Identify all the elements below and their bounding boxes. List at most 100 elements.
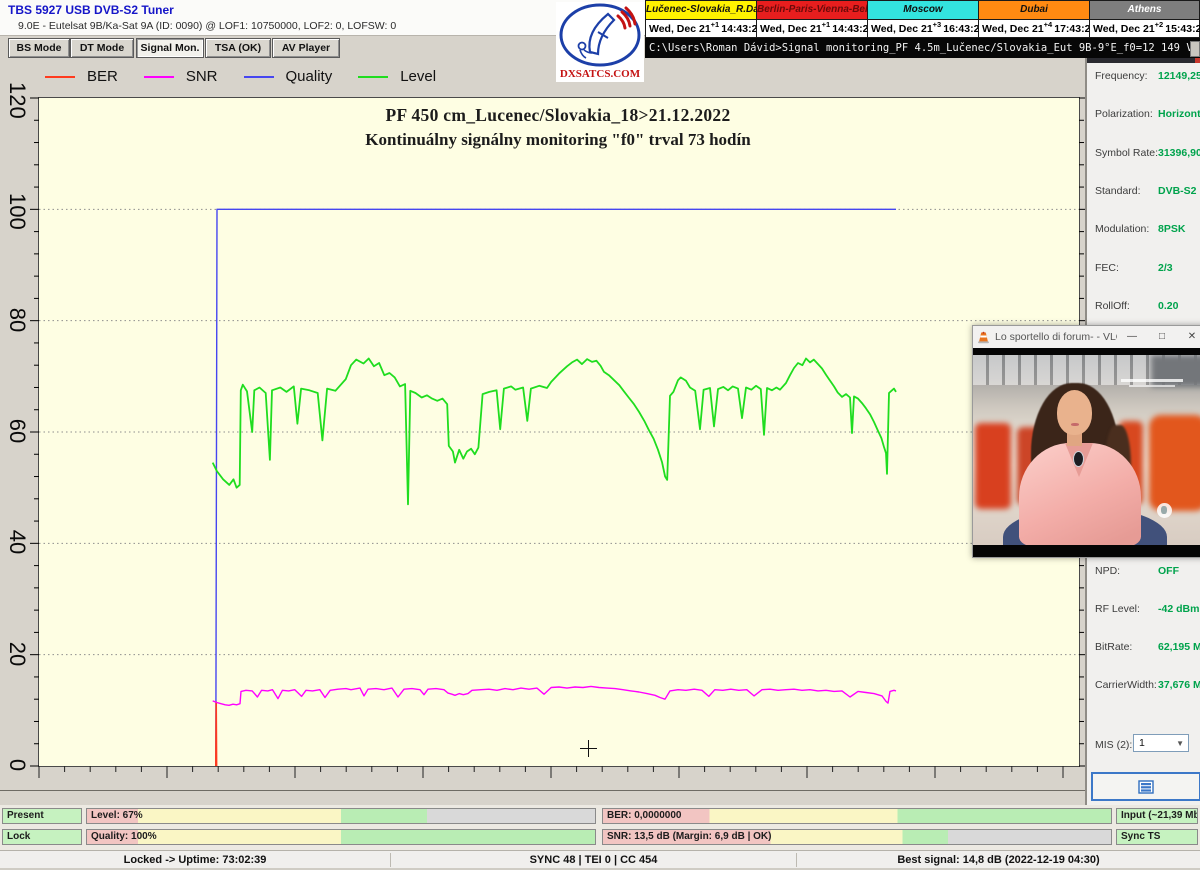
clock-city-label: Dubai bbox=[978, 0, 1089, 20]
mis-selected-value: 1 bbox=[1139, 737, 1145, 749]
gauge-unfilled bbox=[948, 830, 1111, 844]
vlc-video-area[interactable] bbox=[973, 348, 1200, 557]
status-bar: Locked -> Uptime: 73:02:39 SYNC 48 | TEI… bbox=[0, 850, 1200, 869]
param-value: 2/3 bbox=[1158, 262, 1173, 274]
satellite-subtitle: 9.0E - Eutelsat 9B/Ka-Sat 9A (ID: 0090) … bbox=[18, 20, 396, 32]
vlc-minimize-button[interactable]: — bbox=[1117, 326, 1147, 348]
legend-line-swatch bbox=[244, 76, 274, 78]
y-tick-label: 60 bbox=[4, 416, 30, 446]
clock-time-value: 15:43:26 bbox=[1165, 23, 1200, 35]
gauge-quality: Quality: 100% bbox=[86, 829, 596, 845]
clock-city-label: Athens bbox=[1089, 0, 1200, 20]
presenter-face bbox=[1057, 390, 1092, 435]
vlc-cone-icon bbox=[977, 331, 990, 344]
gauge-level: Level: 67% bbox=[86, 808, 596, 824]
param-value: OFF bbox=[1158, 565, 1179, 577]
clock-date: Wed, Dec 21 bbox=[760, 23, 822, 35]
param-value: 37,676 MHz bbox=[1158, 679, 1200, 691]
y-tick-label: 0 bbox=[4, 750, 30, 780]
legend-item-level: Level bbox=[358, 68, 436, 85]
clock-utc-offset: +3 bbox=[933, 20, 942, 29]
clock-dubai: DubaiWed, Dec 21+417:43:26 bbox=[978, 0, 1089, 38]
gauge-label: Quality: 100% bbox=[91, 830, 157, 844]
overlay-caption-line bbox=[1121, 379, 1183, 382]
status-best-signal: Best signal: 14,8 dB (2022-12-19 04:30) bbox=[797, 851, 1200, 869]
clock-time: Wed, Dec 21+417:43:26 bbox=[978, 20, 1089, 38]
vlc-close-button[interactable]: ✕ bbox=[1177, 326, 1200, 348]
y-tick-label: 120 bbox=[4, 82, 30, 112]
stream-list-button[interactable] bbox=[1091, 772, 1200, 801]
clock-time: Wed, Dec 21+114:43:26 bbox=[756, 20, 867, 38]
gauge-snr: SNR: 13,5 dB (Margin: 6,9 dB | OK) bbox=[602, 829, 1112, 845]
vlc-maximize-button[interactable]: □ bbox=[1147, 326, 1177, 348]
clock-date: Wed, Dec 21 bbox=[982, 23, 1044, 35]
param-label: CarrierWidth: bbox=[1095, 679, 1157, 691]
param-value: 31396,904 KS/s bbox=[1158, 147, 1200, 159]
signal-chart-panel: BER SNR Quality Level PF 450 cm_Lucenec/Slo… bbox=[0, 58, 1085, 805]
vlc-window-title: Lo sportello di forum- - VLC media playe… bbox=[995, 331, 1117, 343]
chart-canvas bbox=[39, 98, 1079, 766]
clock-city-label: Lučenec-Slovakia_R.Dávid bbox=[645, 0, 756, 20]
clock-city-label: Moscow bbox=[867, 0, 978, 20]
param-label: Symbol Rate: bbox=[1095, 147, 1158, 159]
clock-utc-offset: +1 bbox=[711, 20, 720, 29]
tab-dt-mode[interactable]: DT Mode bbox=[70, 38, 134, 58]
vlc-titlebar[interactable]: Lo sportello di forum- - VLC media playe… bbox=[973, 326, 1200, 348]
chart-subtitle: Kontinuálny signálny monitoring "f0" trv… bbox=[38, 130, 1078, 150]
clock-berlin-paris-vienna-belgrade: Berlin-Paris-Vienna-BelgradeWed, Dec 21+… bbox=[756, 0, 867, 38]
sidebar-top-red-marker bbox=[1195, 58, 1200, 63]
clock-date: Wed, Dec 21 bbox=[871, 23, 933, 35]
indicator-lock: Lock bbox=[2, 829, 82, 845]
sidebar-top-strip bbox=[1087, 58, 1200, 63]
clock-date: Wed, Dec 21 bbox=[1093, 23, 1155, 35]
status-lock-uptime: Locked -> Uptime: 73:02:39 bbox=[0, 851, 390, 869]
legend-item-quality: Quality bbox=[244, 68, 333, 85]
legend-label: Level bbox=[400, 68, 436, 85]
param-label: BitRate: bbox=[1095, 641, 1132, 653]
y-tick-label: 40 bbox=[4, 527, 30, 557]
chart-title: PF 450 cm_Lucenec/Slovakia_18>21.12.2022 bbox=[38, 105, 1078, 126]
indicator-input-21-39-mbps-: Input (~21,39 Mbps) bbox=[1116, 808, 1198, 824]
gauge-label: Level: 67% bbox=[91, 809, 143, 823]
legend-item-ber: BER bbox=[45, 68, 118, 85]
clock-utc-offset: +2 bbox=[1155, 20, 1164, 29]
param-value: DVB-S2 bbox=[1158, 185, 1197, 197]
param-label: RF Level: bbox=[1095, 603, 1140, 615]
legend-label: BER bbox=[87, 68, 118, 85]
mouse-crosshair-cursor bbox=[580, 740, 597, 757]
indicator-sync-ts: Sync TS bbox=[1116, 829, 1198, 845]
tab-signal-mon-[interactable]: Signal Mon. bbox=[136, 38, 204, 58]
y-tick-label: 100 bbox=[4, 193, 30, 223]
gauge-ber: BER: 0,0000000 bbox=[602, 808, 1112, 824]
param-value: 8PSK bbox=[1158, 223, 1185, 235]
status-sync-counters: SYNC 48 | TEI 0 | CC 454 bbox=[391, 851, 796, 869]
param-value: 12149,251 MHz bbox=[1158, 70, 1200, 82]
indicator-present: Present bbox=[2, 808, 82, 824]
y-tick-label: 80 bbox=[4, 305, 30, 335]
param-value: 0.20 bbox=[1158, 300, 1178, 312]
tuner-header: TBS 5927 USB DVB-S2 Tuner 9.0E - Eutelsa… bbox=[0, 0, 645, 36]
legend-label: SNR bbox=[186, 68, 218, 85]
tab-av-player[interactable]: AV Player bbox=[272, 38, 340, 58]
vlc-window: Lo sportello di forum- - VLC media playe… bbox=[972, 325, 1200, 558]
param-label: Standard: bbox=[1095, 185, 1141, 197]
studio-shadow bbox=[1151, 355, 1200, 387]
console-scrollbar[interactable] bbox=[1190, 41, 1200, 57]
clock-time: Wed, Dec 21+215:43:26 bbox=[1089, 20, 1200, 38]
tab-bs-mode[interactable]: BS Mode bbox=[8, 38, 70, 58]
satellite-dish-icon bbox=[556, 2, 644, 68]
legend-line-swatch bbox=[144, 76, 174, 78]
chart-legend: BER SNR Quality Level bbox=[45, 68, 462, 85]
presenter-lips bbox=[1071, 423, 1079, 426]
param-label: Polarization: bbox=[1095, 108, 1153, 120]
list-icon bbox=[1138, 780, 1154, 794]
signal-meters: Present Level: 67% BER: 0,0000000Input (~2… bbox=[0, 805, 1200, 850]
legend-line-swatch bbox=[45, 76, 75, 78]
tab-tsa-ok-[interactable]: TSA (OK) bbox=[205, 38, 271, 58]
necklace-pendant bbox=[1073, 451, 1084, 467]
mis-select[interactable]: 1▼ bbox=[1133, 734, 1189, 752]
param-label: RollOff: bbox=[1095, 300, 1130, 312]
clock-utc-offset: +1 bbox=[822, 20, 831, 29]
gauge-unfilled bbox=[427, 809, 595, 823]
tv-studio-scene bbox=[973, 355, 1200, 545]
